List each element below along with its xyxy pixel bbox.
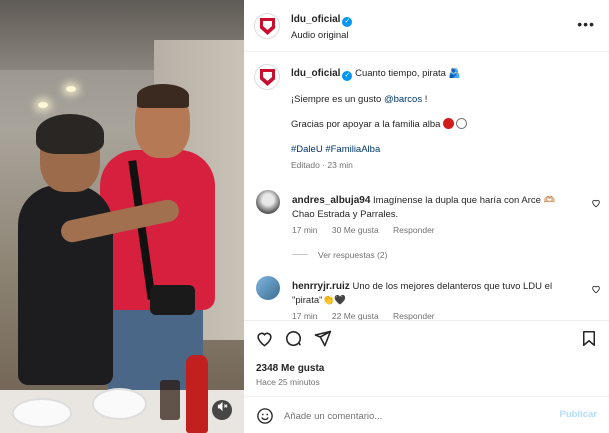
caption: ldu_oficial ✓ Cuanto tiempo, pirata 🫂 ¡Si… [291, 67, 591, 172]
comment-item: andres_albuja94 Imagínense la dupla que … [256, 190, 601, 242]
more-dots-icon[interactable]: ••• [577, 16, 595, 32]
share-send-icon[interactable] [313, 329, 333, 349]
mention-link[interactable]: @barcos [384, 94, 422, 105]
avatar[interactable] [254, 13, 280, 39]
avatar[interactable] [256, 190, 280, 214]
heart-icon[interactable] [591, 284, 601, 297]
speaker-muted-icon[interactable] [212, 400, 232, 420]
comment-text-block: henrryjr.ruiz Uno de los mejores delante… [292, 280, 562, 308]
caption-line-2: ¡Siempre es un gusto @barcos ! [291, 93, 591, 106]
comment-username[interactable]: henrryjr.ruiz [292, 281, 350, 292]
caption-username[interactable]: ldu_oficial [291, 68, 340, 79]
avatar[interactable] [256, 276, 280, 300]
instagram-post-view: ldu_oficial ✓ Audio original ••• ldu_ofic… [0, 0, 609, 433]
glass [160, 380, 180, 420]
plate [12, 398, 72, 428]
caption-line-3: Gracias por apoyar a la familia alba [291, 118, 591, 131]
soda-bottle [186, 355, 208, 433]
comment-likes[interactable]: 30 Me gusta [332, 225, 379, 235]
verified-badge-icon: ✓ [342, 71, 353, 81]
plate [92, 388, 147, 420]
emoji-icon[interactable] [256, 407, 274, 425]
comment-text-block: andres_albuja94 Imagínense la dupla que … [292, 194, 562, 222]
heart-icon[interactable] [591, 198, 601, 211]
comment-meta: 17 min 30 Me gusta Responder [292, 225, 447, 235]
post-time-ago: Hace 25 minutos [256, 377, 320, 387]
post-header: ldu_oficial ✓ Audio original ••• [244, 0, 609, 52]
comment-composer: Publicar [244, 396, 609, 433]
audio-label[interactable]: Audio original [291, 30, 349, 41]
person-hair [36, 114, 104, 154]
reply-button[interactable]: Responder [393, 225, 435, 235]
caption-line2-prefix: ¡Siempre es un gusto [291, 94, 382, 105]
red-circle-icon [443, 118, 455, 129]
comment-likes[interactable]: 22 Me gusta [332, 311, 379, 320]
like-heart-icon[interactable] [255, 329, 275, 349]
comment-username[interactable]: andres_albuja94 [292, 195, 370, 206]
comment-time: 17 min [292, 225, 318, 235]
caption-meta: Editado · 23 min [291, 160, 353, 170]
hashtags[interactable]: #DaleU #FamiliaAlba [291, 144, 380, 155]
crossbody-bag [150, 285, 195, 315]
ceiling-light [66, 86, 76, 92]
caption-line3-text: Gracias por apoyar a la familia alba [291, 119, 441, 130]
caption-hashtags-row: #DaleU #FamiliaAlba [291, 143, 591, 156]
publish-button[interactable]: Publicar [560, 409, 598, 420]
comment-input[interactable] [284, 407, 534, 425]
post-side-panel: ldu_oficial ✓ Audio original ••• ldu_ofic… [244, 0, 609, 433]
reply-button[interactable]: Responder [393, 311, 435, 320]
white-circle-icon [456, 118, 468, 129]
post-username-row: ldu_oficial ✓ [291, 14, 353, 27]
comment-time: 17 min [292, 311, 318, 320]
caption-line-1: ldu_oficial ✓ Cuanto tiempo, pirata 🫂 [291, 67, 591, 81]
ldu-crest-icon [260, 18, 275, 35]
ldu-crest-icon [260, 69, 275, 86]
ceiling-light [38, 102, 48, 108]
person-hair [137, 84, 189, 108]
bookmark-icon[interactable] [580, 329, 600, 349]
caption-avatar[interactable] [254, 64, 280, 90]
verified-badge-icon: ✓ [342, 17, 353, 27]
comment-item: henrryjr.ruiz Uno de los mejores delante… [256, 276, 601, 320]
caption-text: Cuanto tiempo, pirata 🫂 [355, 68, 461, 79]
view-replies-link[interactable]: Ver respuestas (2) [292, 250, 387, 260]
comment-bubble-icon[interactable] [284, 329, 304, 349]
post-username[interactable]: ldu_oficial [291, 14, 340, 25]
caption-line2-suffix: ! [424, 94, 428, 105]
likes-count[interactable]: 2348 Me gusta [256, 363, 324, 374]
post-video[interactable] [0, 0, 244, 433]
comment-meta: 17 min 22 Me gusta Responder [292, 311, 447, 320]
